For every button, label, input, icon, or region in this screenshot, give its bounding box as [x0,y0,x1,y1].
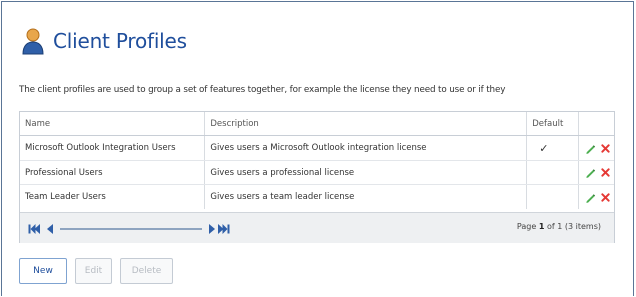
table-row[interactable]: Professional Users Gives users a profess… [20,161,614,185]
row-default-checkmark [527,161,580,184]
row-actions [579,161,614,184]
page-header: Client Profiles [21,27,187,55]
first-page-icon[interactable] [28,224,40,234]
page-slider-track[interactable] [60,228,202,230]
column-header-default[interactable]: Default [527,112,580,135]
person-icon [22,28,44,55]
next-page-icon[interactable] [206,224,218,234]
row-description: Gives users a team leader license [205,185,528,209]
row-name: Microsoft Outlook Integration Users [20,136,206,160]
table-row[interactable]: Team Leader Users Gives users a team lea… [20,185,614,209]
pager-page-label: Page [516,222,537,231]
row-default-checkmark: ✓ [527,136,580,160]
pager-current-page: 1 [538,222,545,231]
edit-icon[interactable] [585,143,596,154]
edit-icon[interactable] [585,167,596,178]
action-buttons: New Edit Delete [19,258,173,284]
row-actions [579,185,614,209]
pager-of-label: of [546,222,555,231]
delete-button[interactable]: Delete [120,258,173,284]
previous-page-icon[interactable] [44,224,56,234]
page-title: Client Profiles [53,29,187,53]
window-frame: Client Profiles The client profiles are … [1,1,634,296]
table-row[interactable]: Microsoft Outlook Integration Users Give… [20,136,614,161]
column-header-name[interactable]: Name [20,112,206,135]
delete-icon[interactable] [601,168,610,177]
row-description: Gives users a Microsoft Outlook integrat… [205,136,528,160]
edit-icon[interactable] [585,192,596,203]
grid-header-row: Name Description Default [20,112,614,136]
row-description: Gives users a professional license [205,161,528,184]
row-name: Professional Users [20,161,206,184]
row-actions [579,136,614,160]
page-description: The client profiles are used to group a … [19,85,506,95]
new-button[interactable]: New [19,258,67,284]
column-header-actions [579,112,614,135]
pager-info: Page 1 of 1 (3 items) [517,222,601,231]
pager-item-count: (3 items) [564,222,601,231]
client-profiles-grid: Name Description Default Microsoft Outlo… [19,111,615,243]
row-default-checkmark [527,185,580,209]
delete-icon[interactable] [601,192,610,202]
last-page-icon[interactable] [218,224,230,234]
edit-button[interactable]: Edit [75,258,112,284]
grid-pager: Page 1 of 1 (3 items) [20,212,614,243]
pager-total-pages: 1 [557,222,563,231]
column-header-description[interactable]: Description [205,112,528,135]
row-name: Team Leader Users [20,185,206,209]
delete-icon[interactable] [601,143,610,153]
